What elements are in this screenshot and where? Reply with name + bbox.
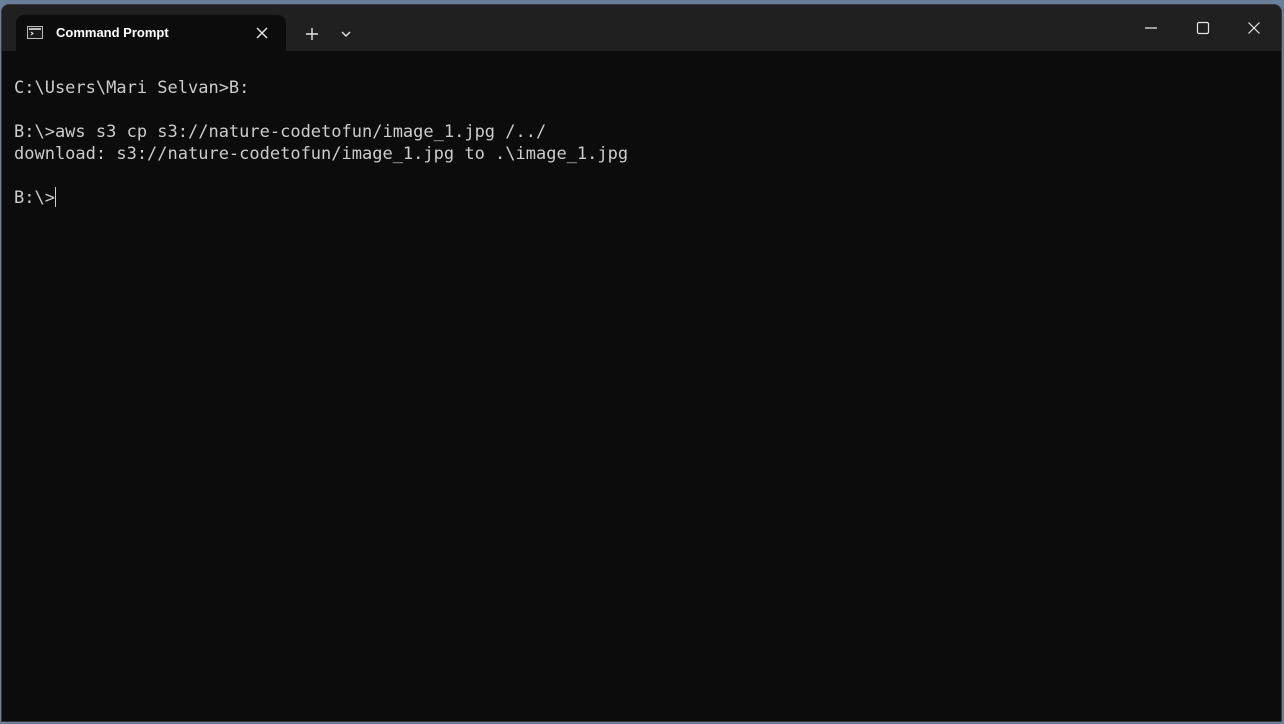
- tab-close-button[interactable]: [252, 23, 272, 43]
- prompt-line[interactable]: B:\>: [14, 187, 1269, 209]
- tab-title: Command Prompt: [56, 25, 169, 40]
- close-icon: [1248, 22, 1260, 34]
- new-tab-button[interactable]: [300, 22, 324, 46]
- close-icon: [256, 27, 268, 39]
- prompt-text: B:\>: [14, 188, 55, 208]
- terminal-line: download: s3://nature-codetofun/image_1.…: [14, 144, 629, 164]
- close-window-button[interactable]: [1231, 11, 1277, 45]
- title-bar[interactable]: Command Prompt: [2, 5, 1281, 51]
- terminal-line: B:\>aws s3 cp s3://nature-codetofun/imag…: [14, 122, 547, 142]
- terminal-output[interactable]: C:\Users\Mari Selvan>B: B:\>aws s3 cp s3…: [14, 77, 1269, 711]
- minimize-icon: [1145, 27, 1157, 29]
- tab-command-prompt[interactable]: Command Prompt: [16, 15, 286, 51]
- terminal-window: Command Prompt C:\Users\Mari Selvan>B: B…: [1, 4, 1282, 722]
- maximize-button[interactable]: [1180, 11, 1226, 45]
- minimize-button[interactable]: [1128, 11, 1174, 45]
- plus-icon: [306, 28, 318, 40]
- terminal-line: C:\Users\Mari Selvan>B:: [14, 78, 250, 98]
- tab-dropdown-button[interactable]: [336, 24, 356, 44]
- text-cursor: [54, 187, 56, 207]
- maximize-icon: [1196, 21, 1210, 35]
- command-prompt-icon: [27, 26, 43, 39]
- chevron-down-icon: [341, 31, 351, 37]
